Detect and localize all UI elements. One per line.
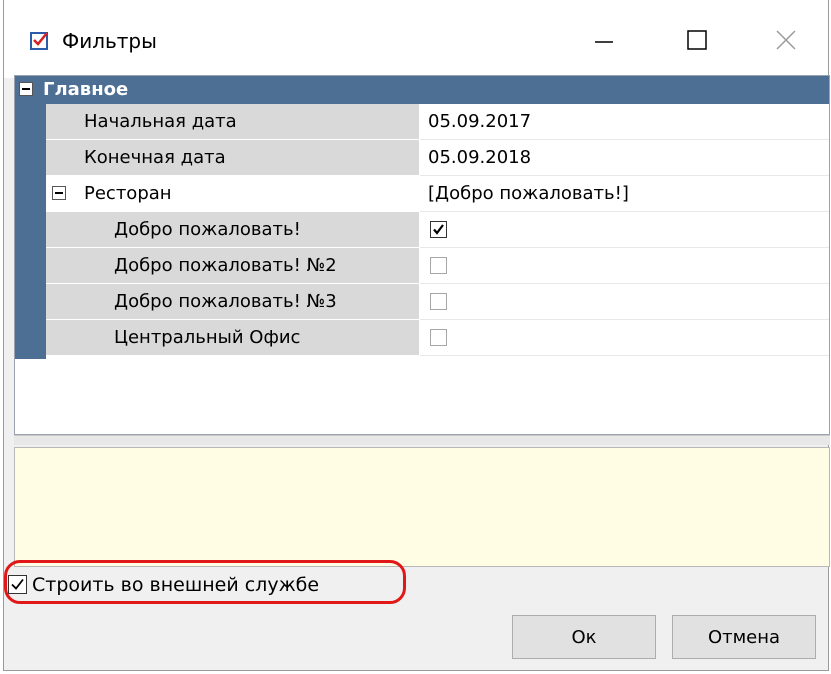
close-button[interactable] <box>756 20 816 60</box>
group-header-main[interactable]: Главное <box>15 76 829 104</box>
filters-dialog: Фильтры Главное Начальная дата 05.09.201… <box>3 0 830 671</box>
property-grid: Главное Начальная дата 05.09.2017 Конечн… <box>14 75 830 435</box>
check-icon <box>11 578 24 590</box>
check-icon <box>433 224 444 235</box>
row-label: Ресторан <box>46 176 419 212</box>
start-date-field[interactable]: 05.09.2017 <box>420 104 829 140</box>
description-panel <box>14 447 830 567</box>
restaurant-option-row[interactable]: Добро пожаловать! №2 <box>46 248 829 284</box>
row-end-date[interactable]: Конечная дата 05.09.2018 <box>46 140 829 176</box>
option-checkbox[interactable] <box>430 329 447 346</box>
row-label: Добро пожаловать! №3 <box>46 284 419 320</box>
cancel-button[interactable]: Отмена <box>672 615 816 659</box>
maximize-button[interactable] <box>667 20 727 60</box>
title-bar: Фильтры <box>4 0 828 78</box>
restaurant-option-row[interactable]: Центральный Офис <box>46 320 829 356</box>
row-start-date[interactable]: Начальная дата 05.09.2017 <box>46 104 829 140</box>
collapse-icon[interactable] <box>52 186 66 200</box>
option-checkbox[interactable] <box>430 257 447 274</box>
option-checkbox[interactable] <box>430 221 447 238</box>
option-value <box>420 284 829 320</box>
row-label: Добро пожаловать! <box>46 212 419 248</box>
ok-button[interactable]: Ок <box>512 615 656 659</box>
option-value <box>420 320 829 356</box>
checklist-icon <box>30 30 50 50</box>
row-label: Добро пожаловать! №2 <box>46 248 419 284</box>
collapse-icon[interactable] <box>19 82 33 96</box>
option-value <box>420 212 829 248</box>
maximize-icon <box>687 30 707 50</box>
row-label: Начальная дата <box>46 104 419 140</box>
close-icon <box>776 30 796 50</box>
row-label: Конечная дата <box>46 140 419 176</box>
option-checkbox[interactable] <box>430 293 447 310</box>
minimize-button[interactable] <box>574 20 634 60</box>
row-label: Центральный Офис <box>46 320 419 356</box>
end-date-field[interactable]: 05.09.2018 <box>420 140 829 176</box>
window-title: Фильтры <box>62 29 157 53</box>
restaurant-option-row[interactable]: Добро пожаловать! №3 <box>46 284 829 320</box>
external-service-row[interactable]: Строить во внешней службе <box>4 567 820 603</box>
group-side-bar <box>15 104 46 359</box>
restaurant-option-row[interactable]: Добро пожаловать! <box>46 212 829 248</box>
row-restaurant[interactable]: Ресторан [Добро пожаловать!] <box>46 176 829 212</box>
group-title: Главное <box>43 79 129 100</box>
restaurant-field[interactable]: [Добро пожаловать!] <box>420 176 829 212</box>
panel-splitter[interactable] <box>14 435 830 445</box>
option-value <box>420 248 829 284</box>
external-service-label: Строить во внешней службе <box>32 574 320 596</box>
external-service-checkbox[interactable] <box>8 575 27 594</box>
minimize-icon <box>595 41 613 43</box>
